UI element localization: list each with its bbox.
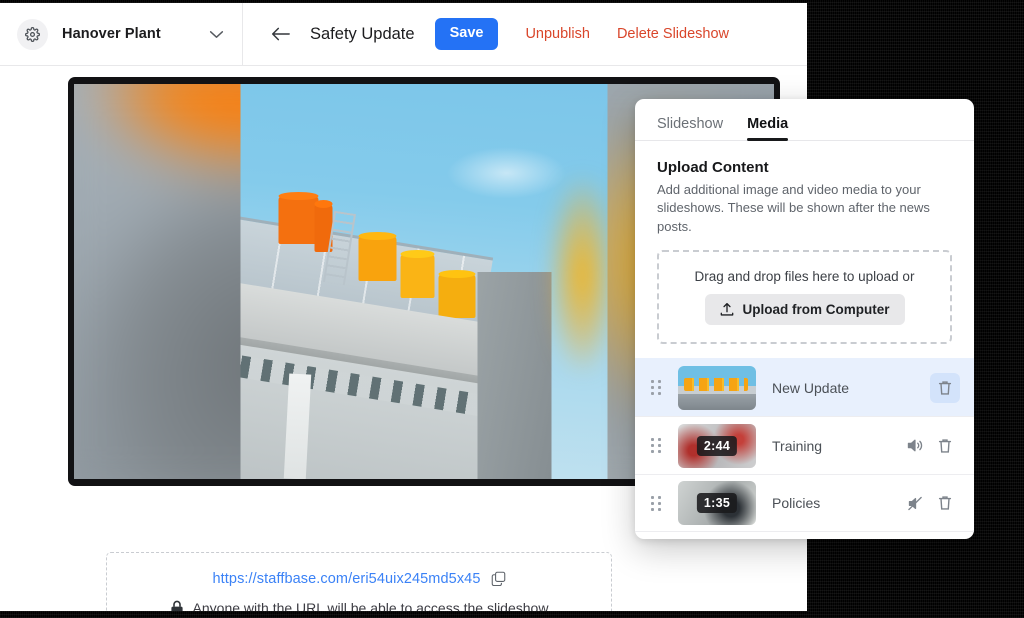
lock-icon: [170, 600, 184, 612]
file-dropzone[interactable]: Drag and drop files here to upload or Up…: [657, 250, 952, 344]
media-thumbnail: 1:35: [678, 481, 756, 525]
photo-tank: [359, 236, 397, 281]
save-button[interactable]: Save: [435, 18, 499, 50]
upload-button-label: Upload from Computer: [743, 302, 890, 317]
trash-icon[interactable]: [930, 373, 960, 403]
media-list-item[interactable]: 2:44 Training: [635, 416, 974, 474]
upload-content-title: Upload Content: [657, 159, 952, 176]
media-thumbnail: [678, 366, 756, 410]
tab-media[interactable]: Media: [747, 116, 788, 140]
upload-content-section: Upload Content Add additional image and …: [635, 141, 974, 344]
drag-handle-icon[interactable]: [651, 380, 669, 395]
photo-tank: [279, 196, 319, 244]
upload-content-description: Add additional image and video media to …: [657, 181, 947, 236]
share-note-row: Anyone with the URL will be able to acce…: [170, 600, 549, 612]
photo-tank: [401, 254, 435, 298]
panel-tabs: Slideshow Media: [635, 99, 974, 141]
media-duration: 2:44: [697, 436, 737, 456]
gear-icon[interactable]: [17, 19, 48, 50]
trash-icon[interactable]: [930, 488, 960, 518]
back-button[interactable]: [267, 22, 298, 46]
copy-icon[interactable]: [491, 571, 506, 586]
media-duration: 1:35: [697, 493, 737, 513]
chevron-down-icon[interactable]: [209, 30, 224, 39]
org-name: Hanover Plant: [62, 26, 195, 42]
media-list: New Update 2:44 Training: [635, 358, 974, 532]
org-selector[interactable]: Hanover Plant: [0, 3, 243, 65]
media-panel: Slideshow Media Upload Content Add addit…: [635, 99, 974, 539]
unpublish-button[interactable]: Unpublish: [525, 26, 590, 42]
photo-tank: [439, 274, 476, 318]
delete-slideshow-button[interactable]: Delete Slideshow: [617, 26, 729, 42]
tab-slideshow[interactable]: Slideshow: [657, 116, 723, 140]
photo-cloud: [446, 147, 566, 199]
photo-right-block: [478, 272, 552, 479]
speaker-muted-icon[interactable]: [900, 488, 930, 518]
share-url-link[interactable]: https://staffbase.com/eri54uix245md5x45: [212, 571, 480, 587]
media-list-item[interactable]: 1:35 Policies: [635, 474, 974, 532]
dropzone-text: Drag and drop files here to upload or: [695, 269, 915, 284]
drag-handle-icon[interactable]: [651, 438, 669, 453]
media-list-item[interactable]: New Update: [635, 358, 974, 416]
speaker-on-icon[interactable]: [900, 431, 930, 461]
document-toolbar: Safety Update Save Unpublish Delete Slid…: [243, 3, 807, 65]
photo-halo: [552, 180, 608, 370]
share-url-row: https://staffbase.com/eri54uix245md5x45: [212, 571, 505, 587]
share-note-text: Anyone with the URL will be able to acce…: [193, 600, 549, 612]
preview-photo: [241, 84, 608, 479]
drag-handle-icon[interactable]: [651, 496, 669, 511]
share-url-box: https://staffbase.com/eri54uix245md5x45 …: [106, 552, 612, 611]
media-item-name: Training: [772, 438, 900, 454]
upload-icon: [720, 302, 734, 317]
page-title: Safety Update: [310, 25, 415, 44]
media-item-name: New Update: [772, 380, 930, 396]
trash-icon[interactable]: [930, 431, 960, 461]
media-item-name: Policies: [772, 495, 900, 511]
top-bar: Hanover Plant Safety Update Save Unpubli…: [0, 3, 807, 66]
media-thumbnail: 2:44: [678, 424, 756, 468]
upload-from-computer-button[interactable]: Upload from Computer: [705, 294, 905, 325]
